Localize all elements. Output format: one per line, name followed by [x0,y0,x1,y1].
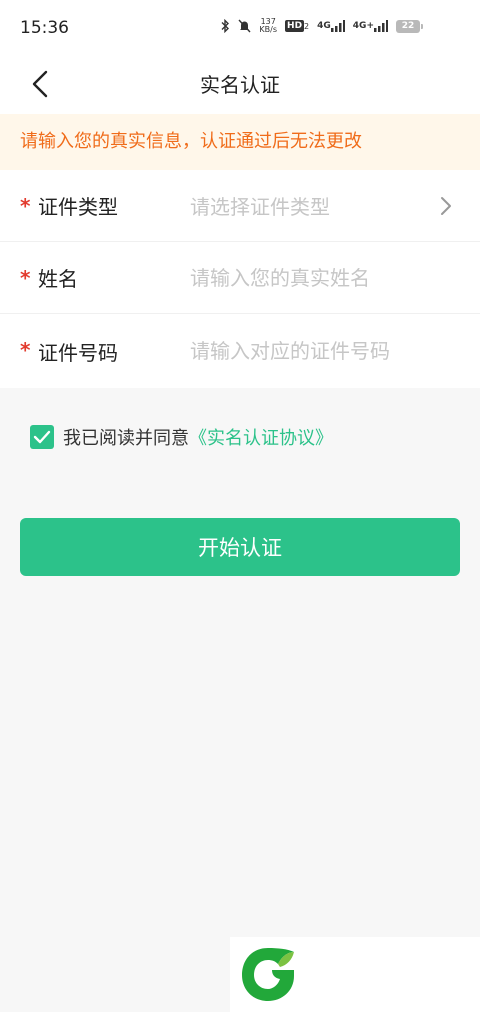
net-speed-unit: KB/s [259,25,278,34]
id-number-label: 证件号码 [38,340,118,365]
name-input[interactable] [190,257,430,298]
nav-bar: 实名认证 [0,56,480,114]
form-row-id-type[interactable]: * 证件类型 请选择证件类型 [0,170,480,242]
agreement-link[interactable]: 《实名认证协议》 [189,424,333,450]
form-row-id-number: * 证件号码 [0,314,480,388]
chevron-right-icon [441,197,451,215]
signal-icon-2: 4G+ [353,20,388,32]
id-type-label: 证件类型 [38,195,118,219]
agreement: 我已阅读并同意 《实名认证协议》 [30,424,333,450]
hd-label: HD [285,20,305,32]
hd-sub: 2 [304,21,310,31]
signal-icon: 4G [317,20,345,32]
agreement-prefix: 我已阅读并同意 [63,428,189,449]
net-speed: 137 KB/s [259,18,277,34]
form-row-name: * 姓名 [0,242,480,314]
notice-banner: 请输入您的真实信息，认证通过后无法更改 [0,114,480,170]
leaf-logo-icon [242,948,294,1001]
required-mark: * [20,338,31,362]
page-title: 实名认证 [200,73,280,97]
id-type-select[interactable]: 请选择证件类型 [190,191,330,220]
battery-icon: 22 [396,19,423,33]
agreement-checkbox[interactable] [30,425,54,449]
status-time: 15:36 [20,18,69,38]
hd-badge: HD 2 [285,20,309,32]
page: 15:36 137 KB/s HD 2 4G 4G+ 22 实名认证 请输入您的… [0,0,480,1012]
name-label: 姓名 [38,267,78,291]
status-icons: 137 KB/s HD 2 4G 4G+ 22 [220,18,423,34]
id-number-input[interactable] [190,331,430,371]
checkmark-icon [33,430,51,444]
logo-area [230,937,480,1012]
signal1-label: 4G [317,21,331,31]
required-mark: * [20,266,31,290]
required-mark: * [20,194,31,218]
start-verification-button[interactable]: 开始认证 [20,518,460,576]
status-bar: 15:36 137 KB/s HD 2 4G 4G+ 22 [0,0,480,56]
bluetooth-icon [220,19,230,33]
verification-form: * 证件类型 请选择证件类型 * 姓名 * 证件号码 [0,170,480,388]
signal2-label: 4G+ [352,21,374,31]
mute-icon [238,19,251,33]
